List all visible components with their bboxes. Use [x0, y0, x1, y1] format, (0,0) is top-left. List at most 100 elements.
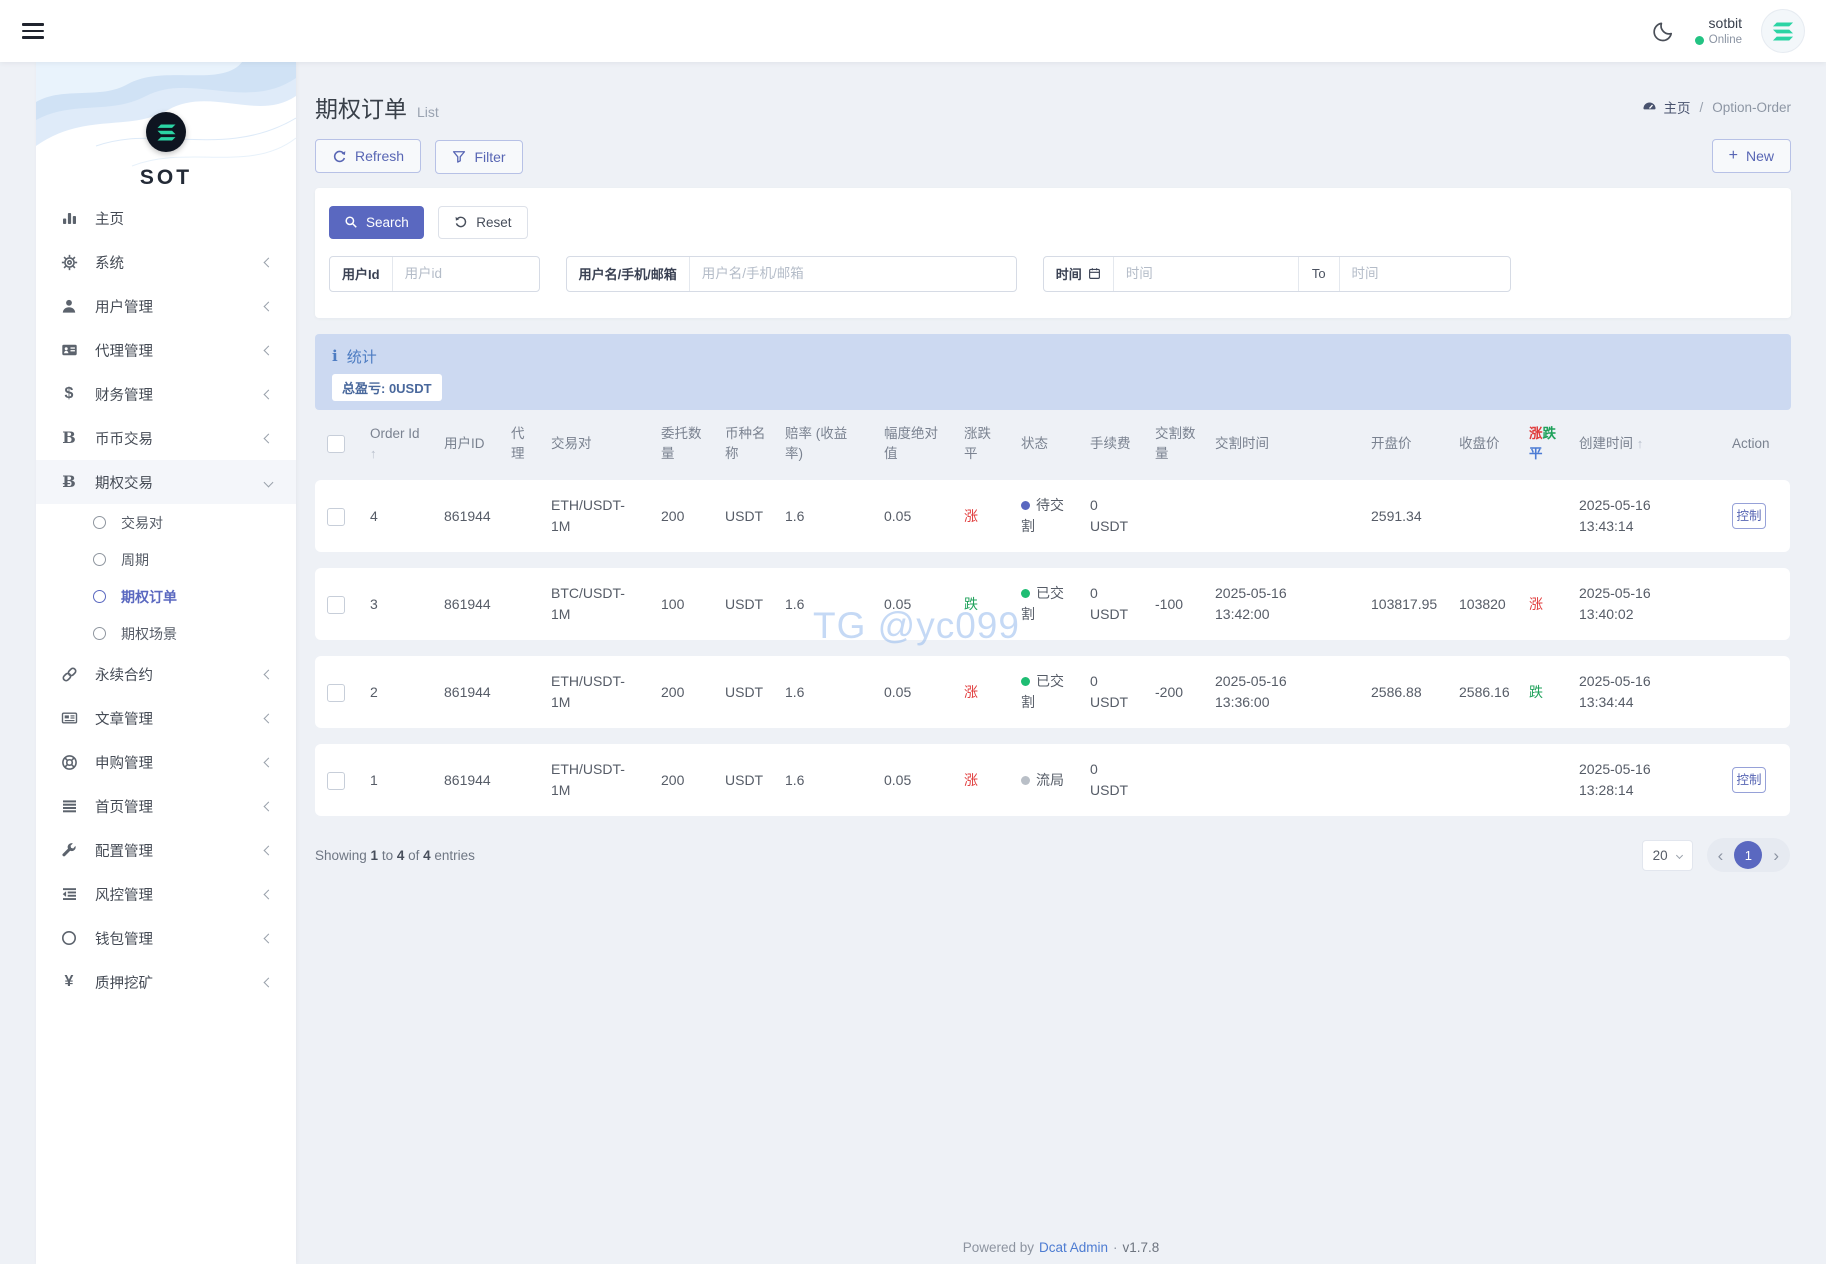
cell-result: 涨 [1529, 568, 1579, 640]
table-body: 4 861944 ETH/USDT-1M 200 USDT 1.6 0.05 涨 待交割 0 US… [315, 480, 1790, 816]
column-header-fee: 手续费 [1090, 435, 1131, 451]
chevron-left-icon [263, 801, 274, 811]
sidebar-subitem-期权订单[interactable]: 期权订单 [36, 578, 296, 615]
status-badge: 待交割 [1021, 497, 1064, 534]
next-page-button[interactable]: › [1773, 847, 1779, 864]
reset-icon [455, 216, 467, 228]
row-checkbox[interactable] [327, 507, 345, 526]
filter-button[interactable]: Filter [435, 139, 523, 174]
main-content: 期权订单 List 主页 / Option-Order Refresh Filte… [315, 62, 1791, 872]
cell-settle_qty: -200 [1155, 683, 1184, 700]
direction-value: 涨 [964, 771, 978, 788]
reset-button[interactable]: Reset [438, 205, 528, 239]
sort-arrow-icon: ↑ [370, 445, 377, 461]
result-value: 涨 [1529, 595, 1543, 612]
sidebar-item-代理管理[interactable]: 代理管理 [36, 328, 296, 372]
sidebar-item-财务管理[interactable]: $ 财务管理 [36, 372, 296, 416]
cell-dir: 跌 [964, 568, 1021, 640]
sidebar-item-配置管理[interactable]: 配置管理 [36, 828, 296, 872]
cell-fee: 0 USDT [1090, 497, 1129, 534]
cell-coin: USDT [725, 683, 764, 700]
bitcoin-icon: Ƀ [62, 472, 76, 491]
sidebar-item-申购管理[interactable]: 申购管理 [36, 740, 296, 784]
user-id-input[interactable] [392, 256, 539, 291]
submenu-dot-icon [93, 516, 106, 529]
table-row: 3 861944 BTC/USDT-1M 100 USDT 1.6 0.05 跌 已交割 0 US… [315, 568, 1790, 640]
sidebar-item-label: 币币交易 [95, 431, 153, 448]
sidebar-item-label: 财务管理 [95, 387, 153, 404]
time-to-label: To [1297, 256, 1340, 291]
dcat-admin-link[interactable]: Dcat Admin [1039, 1240, 1108, 1255]
brand-logo-icon [1772, 22, 1794, 40]
sidebar-item-质押挖矿[interactable]: ¥ 质押挖矿 [36, 960, 296, 1004]
sidebar-subitem-交易对[interactable]: 交易对 [36, 504, 296, 541]
breadcrumb-home[interactable]: 主页 [1642, 97, 1690, 117]
cell-odds: 1.6 [785, 683, 805, 700]
row-checkbox[interactable] [327, 771, 345, 790]
control-button[interactable]: 控制 [1732, 502, 1766, 530]
user-info[interactable]: sotbit Online [1694, 14, 1742, 47]
sidebar-item-钱包管理[interactable]: 钱包管理 [36, 916, 296, 960]
sidebar-item-文章管理[interactable]: 文章管理 [36, 696, 296, 740]
result-value: 跌 [1529, 683, 1543, 700]
sidebar-logo[interactable] [146, 112, 186, 152]
time-from-input[interactable] [1113, 256, 1298, 291]
plus-icon: + [1728, 147, 1738, 164]
cell-status: 待交割 [1021, 480, 1090, 552]
control-button[interactable]: 控制 [1732, 766, 1766, 794]
sidebar-subitem-周期[interactable]: 周期 [36, 541, 296, 578]
chevron-left-icon [263, 345, 274, 355]
refresh-button[interactable]: Refresh [315, 139, 422, 173]
hamburger-menu-icon[interactable] [22, 19, 44, 43]
status-dot [1021, 501, 1030, 510]
sidebar-subitem-期权场景[interactable]: 期权场景 [36, 615, 296, 652]
cell-amount: 200 [661, 771, 685, 788]
pager: ‹ 1 › [1706, 838, 1790, 872]
sidebar-item-期权交易[interactable]: Ƀ 期权交易 [36, 460, 296, 504]
column-header-id[interactable]: Order Id ↑ [370, 424, 444, 465]
sidebar-subitem-label: 周期 [121, 551, 149, 568]
sidebar-nav: 主页 系统 用户管理代理管理 $ 财务管理 B 币币交易 Ƀ 期权交易交易对周期期权订单 期权场景… [36, 196, 296, 1004]
sidebar-item-币币交易[interactable]: B 币币交易 [36, 416, 296, 460]
current-page-button[interactable]: 1 [1734, 841, 1763, 869]
user-icon [58, 298, 80, 314]
dark-mode-moon-icon[interactable] [1653, 20, 1675, 42]
prev-page-button[interactable]: ‹ [1718, 847, 1724, 864]
sidebar-subitem-label: 交易对 [121, 514, 163, 531]
sidebar-item-永续合约[interactable]: 永续合约 [36, 652, 296, 696]
dashboard-gauge-icon [1643, 101, 1656, 109]
row-checkbox[interactable] [327, 595, 345, 614]
chevron-left-icon [263, 845, 274, 855]
sidebar-item-风控管理[interactable]: 风控管理 [36, 872, 296, 916]
user-name-input[interactable] [689, 256, 1016, 291]
refresh-icon [333, 150, 346, 162]
sidebar-item-系统[interactable]: 系统 [36, 240, 296, 284]
chevron-left-icon [263, 433, 274, 443]
cell-fee: 0 USDT [1090, 673, 1129, 710]
direction-value: 跌 [964, 595, 978, 612]
sidebar-item-label: 申购管理 [95, 755, 153, 772]
avatar[interactable] [1762, 10, 1804, 52]
statistics-title: 统计 [346, 348, 377, 366]
sidebar-item-主页[interactable]: 主页 [36, 196, 296, 240]
sidebar-item-用户管理[interactable]: 用户管理 [36, 284, 296, 328]
cell-uid: 861944 [444, 507, 491, 524]
cell-amp: 0.05 [884, 595, 912, 612]
filter-user-id: 用户Id [329, 255, 540, 292]
time-to-input[interactable] [1339, 256, 1510, 291]
search-button[interactable]: Search [329, 205, 424, 239]
sidebar-item-首页管理[interactable]: 首页管理 [36, 784, 296, 828]
row-checkbox[interactable] [327, 683, 345, 702]
page-size-select[interactable]: 20 [1641, 839, 1693, 871]
site-footer: Powered by Dcat Admin · v1.7.8 [962, 1239, 1160, 1255]
select-all-checkbox[interactable] [327, 435, 345, 454]
column-header-coin: 币种名称 [725, 425, 766, 461]
gear-icon [58, 254, 80, 271]
cell-agent [511, 480, 551, 552]
sidebar-item-label: 文章管理 [95, 711, 153, 728]
sidebar-item-label: 代理管理 [95, 343, 153, 360]
cell-created: 2025-05-16 13:28:14 [1579, 761, 1651, 798]
new-button[interactable]: + New [1711, 139, 1791, 173]
status-dot [1021, 677, 1030, 686]
column-header-created[interactable]: 创建时间 ↑ [1579, 424, 1732, 465]
